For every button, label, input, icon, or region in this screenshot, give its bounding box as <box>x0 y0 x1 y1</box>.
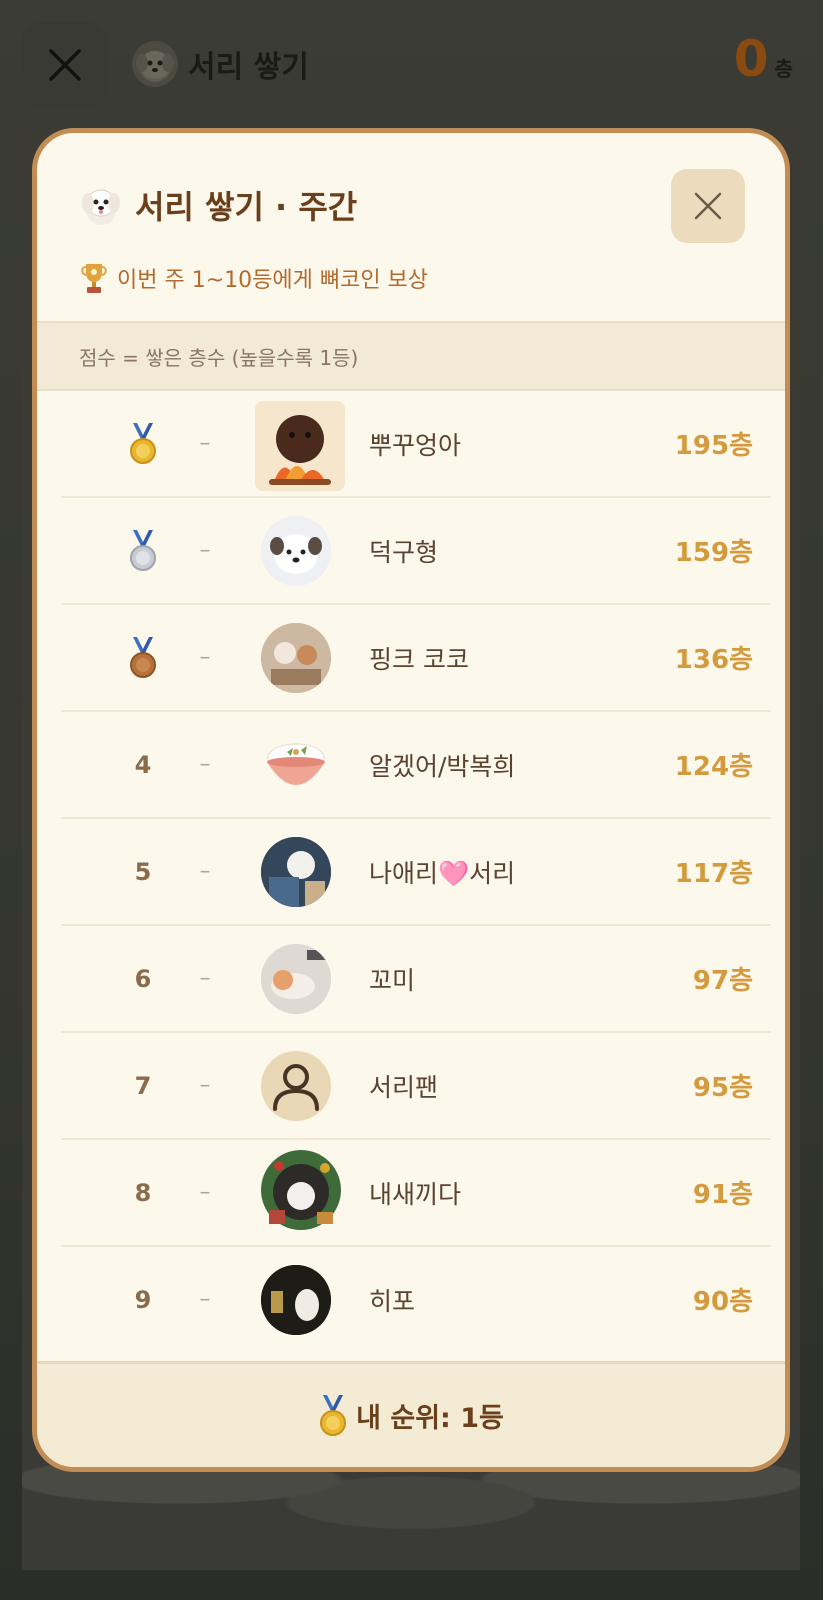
my-rank-footer: 내 순위: 1등 <box>37 1361 785 1467</box>
player-name: 알겠어/박복희 <box>369 751 516 781</box>
player-name: 뿌꾸엉아 <box>369 430 462 460</box>
player-score: 136층 <box>674 645 753 675</box>
rank-change: – <box>199 645 211 670</box>
modal-title-text: 서리 쌓기 · 주간 <box>135 188 358 226</box>
player-name: 덕구형 <box>369 537 439 567</box>
reward-text: 이번 주 1~10등에게 뼈코인 보상 <box>117 268 429 293</box>
player-name: 히포 <box>369 1286 416 1316</box>
my-rank-text: 내 순위: 1등 <box>356 1403 504 1434</box>
close-icon <box>49 49 81 81</box>
dog-icon <box>77 181 125 229</box>
ranking-modal: 서리 쌓기 · 주간 이번 주 1~10등에게 뼈코인 보상 점수 = 쌓은 층… <box>32 128 790 1472</box>
reward-info: 이번 주 1~10등에게 뼈코인 보상 <box>79 261 428 295</box>
ranking-row[interactable]: 7 – 서리팬 95층 <box>61 1033 771 1140</box>
avatar-dogs-photo <box>261 623 331 693</box>
player-name: 내새끼다 <box>369 1179 462 1209</box>
avatar-rice-bowl <box>261 730 331 800</box>
rank-cell <box>113 498 173 603</box>
ranking-row[interactable]: – 덕구형 159층 <box>61 498 771 605</box>
rank-change: – <box>199 538 211 563</box>
score-value: 0 <box>733 30 769 88</box>
rank-number: 5 <box>134 857 152 886</box>
ranking-row[interactable]: 6 – 꼬미 97층 <box>61 926 771 1033</box>
player-name: 핑크 코코 <box>369 644 469 674</box>
rank-change: – <box>199 966 211 991</box>
rank-change: – <box>199 859 211 884</box>
rank-number: 4 <box>134 750 152 779</box>
bronze-medal-icon <box>130 636 156 678</box>
rank-change: – <box>199 1180 211 1205</box>
rank-number: 8 <box>134 1178 152 1207</box>
modal-header: 서리 쌓기 · 주간 이번 주 1~10등에게 뼈코인 보상 <box>37 133 785 321</box>
rank-cell <box>113 391 173 496</box>
avatar-white-dog <box>261 516 331 586</box>
player-name: 서리팬 <box>369 1072 439 1102</box>
player-score: 159층 <box>674 538 753 568</box>
ranking-row[interactable]: 5 – 나애리🩷서리 117층 <box>61 819 771 926</box>
rank-change: – <box>199 431 211 456</box>
modal-title: 서리 쌓기 · 주간 <box>77 181 357 229</box>
player-score: 124층 <box>674 752 753 782</box>
player-score: 97층 <box>692 966 753 996</box>
rank-number: 7 <box>134 1071 152 1100</box>
gold-medal-icon <box>320 1394 347 1436</box>
ranking-row[interactable]: 8 – 내새끼다 91층 <box>61 1140 771 1247</box>
ranking-row[interactable]: 9 – 히포 90층 <box>61 1247 771 1354</box>
rank-number: 9 <box>134 1285 152 1314</box>
player-score: 90층 <box>692 1287 753 1317</box>
player-score: 195층 <box>674 431 753 461</box>
player-name: 꼬미 <box>369 965 416 995</box>
rank-cell <box>113 605 173 710</box>
dog-icon <box>132 41 178 87</box>
ranking-row[interactable]: – 뿌꾸엉아 195층 <box>61 391 771 498</box>
ranking-row[interactable]: 4 – 알겠어/박복희 124층 <box>61 712 771 819</box>
rank-change: – <box>199 1287 211 1312</box>
avatar-dark-dog <box>261 1265 331 1335</box>
silver-medal-icon <box>130 529 156 571</box>
game-close-button[interactable] <box>22 22 108 108</box>
avatar-dog-photo-2 <box>261 837 331 907</box>
trophy-icon <box>81 264 107 293</box>
user-icon <box>273 1064 319 1111</box>
current-score: 0 층 <box>734 30 793 88</box>
rank-change: – <box>199 752 211 777</box>
avatar-dog-photo-3 <box>261 944 331 1014</box>
rank-change: – <box>199 1073 211 1098</box>
avatar-campfire-dog <box>255 401 345 491</box>
close-icon <box>694 192 722 220</box>
gold-medal-icon <box>130 422 156 464</box>
player-name: 나애리🩷서리 <box>369 858 516 888</box>
player-score: 95층 <box>692 1073 753 1103</box>
avatar-christmas-dog <box>255 1146 347 1238</box>
rank-number: 6 <box>134 964 152 993</box>
modal-close-button[interactable] <box>671 169 745 243</box>
avatar-default-user <box>261 1051 331 1121</box>
score-rule: 점수 = 쌓은 층수 (높을수록 1등) <box>37 321 785 391</box>
score-unit: 층 <box>774 57 793 81</box>
game-title-text: 서리 쌓기 <box>188 50 309 85</box>
ranking-list[interactable]: – 뿌꾸엉아 195층 – 덕구형 159층 – 핑크 코코 136층 4 – … <box>37 391 785 1391</box>
player-score: 91층 <box>692 1180 753 1210</box>
game-title: 서리 쌓기 <box>132 36 309 92</box>
player-score: 117층 <box>674 859 753 889</box>
ranking-row[interactable]: – 핑크 코코 136층 <box>61 605 771 712</box>
